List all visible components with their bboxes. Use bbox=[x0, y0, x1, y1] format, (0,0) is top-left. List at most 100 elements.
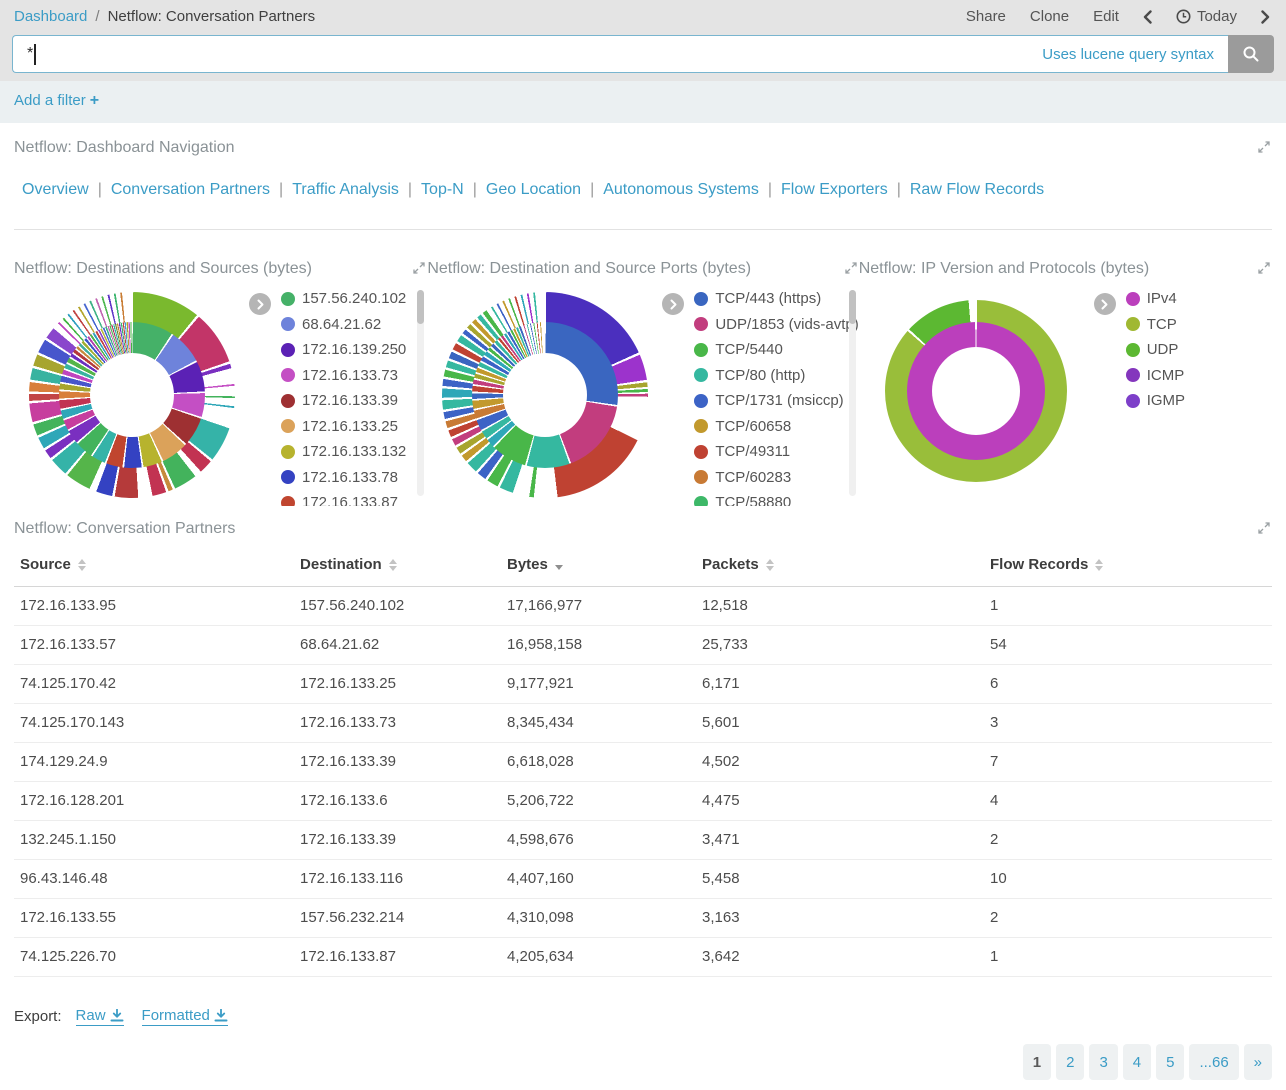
dashboard-nav-link[interactable]: Geo Location bbox=[486, 181, 581, 198]
legend-item[interactable]: TCP/5440 bbox=[694, 341, 858, 358]
legend-item[interactable]: 172.16.133.132 bbox=[281, 443, 427, 460]
cell-source: 174.129.24.9 bbox=[14, 743, 294, 782]
dashboard-nav-link[interactable]: Top-N bbox=[421, 181, 464, 198]
cell-flow-records: 4 bbox=[984, 782, 1272, 821]
legend-item[interactable]: TCP/80 (http) bbox=[694, 367, 858, 384]
expand-panel-button[interactable] bbox=[1256, 139, 1272, 155]
legend-item[interactable]: IGMP bbox=[1126, 392, 1272, 409]
link-separator: | bbox=[98, 181, 102, 198]
table-row[interactable]: 74.125.226.70 172.16.133.87 4,205,634 3,… bbox=[14, 938, 1272, 977]
dashboard-nav-link[interactable]: Overview bbox=[22, 181, 89, 198]
legend-item[interactable]: TCP/1731 (msiccp) bbox=[694, 392, 858, 409]
conversation-partners-panel: Netflow: Conversation Partners Source De… bbox=[14, 520, 1272, 1090]
legend-item[interactable]: TCP/60283 bbox=[694, 469, 858, 486]
column-header[interactable]: Bytes bbox=[501, 546, 696, 587]
page-button[interactable]: 3 bbox=[1089, 1044, 1117, 1080]
donut-inner-ring[interactable] bbox=[907, 322, 1045, 460]
table-row[interactable]: 172.16.128.201 172.16.133.6 5,206,722 4,… bbox=[14, 782, 1272, 821]
dashboard-nav-links: Overview|Conversation Partners|Traffic A… bbox=[14, 181, 1272, 199]
legend-item[interactable]: 172.16.133.73 bbox=[281, 367, 427, 384]
dashboard-nav-link[interactable]: Traffic Analysis bbox=[292, 181, 399, 198]
sunburst-chart[interactable] bbox=[14, 288, 249, 506]
table-row[interactable]: 172.16.133.95 157.56.240.102 17,166,977 … bbox=[14, 587, 1272, 626]
dashboard-nav-link[interactable]: Flow Exporters bbox=[781, 181, 888, 198]
page-button[interactable]: ...66 bbox=[1189, 1044, 1238, 1080]
add-filter-button[interactable]: Add a filter+ bbox=[14, 92, 99, 109]
legend-color-dot bbox=[281, 292, 295, 306]
chevron-left-icon bbox=[1143, 10, 1152, 24]
legend-collapse-button[interactable] bbox=[662, 293, 684, 315]
donut-chart[interactable] bbox=[859, 288, 1094, 506]
legend-item[interactable]: TCP/443 (https) bbox=[694, 290, 858, 307]
legend-item[interactable]: IPv4 bbox=[1126, 290, 1272, 307]
column-header[interactable]: Flow Records bbox=[984, 546, 1272, 587]
breadcrumb-dashboard-link[interactable]: Dashboard bbox=[14, 8, 87, 25]
page-title: Netflow: Conversation Partners bbox=[108, 8, 316, 25]
legend-item[interactable]: UDP/1853 (vids-avtp) bbox=[694, 316, 858, 333]
legend-label: TCP/5440 bbox=[715, 341, 783, 358]
legend-collapse-button[interactable] bbox=[1094, 293, 1116, 315]
legend-item[interactable]: TCP/60658 bbox=[694, 418, 858, 435]
sunburst-outer-ring[interactable] bbox=[29, 292, 235, 498]
dashboard-nav-link[interactable]: Autonomous Systems bbox=[603, 181, 759, 198]
table-row[interactable]: 172.16.133.55 157.56.232.214 4,310,098 3… bbox=[14, 899, 1272, 938]
sunburst-outer-ring[interactable] bbox=[442, 292, 648, 498]
page-button[interactable]: 2 bbox=[1056, 1044, 1084, 1080]
time-prev-button[interactable] bbox=[1143, 10, 1152, 24]
page-button[interactable]: 1 bbox=[1023, 1044, 1051, 1080]
legend-item[interactable]: 172.16.133.25 bbox=[281, 418, 427, 435]
legend-item[interactable]: 172.16.133.87 bbox=[281, 494, 427, 506]
legend-collapse-button[interactable] bbox=[249, 293, 271, 315]
legend-scrollbar-thumb[interactable] bbox=[849, 290, 856, 324]
legend-item[interactable]: 172.16.133.78 bbox=[281, 469, 427, 486]
expand-panel-button[interactable] bbox=[1256, 260, 1272, 276]
sunburst-chart[interactable] bbox=[427, 288, 662, 506]
table-row[interactable]: 74.125.170.42 172.16.133.25 9,177,921 6,… bbox=[14, 665, 1272, 704]
expand-panel-button[interactable] bbox=[411, 260, 427, 276]
add-filter-label: Add a filter bbox=[14, 92, 86, 109]
cell-source: 172.16.133.95 bbox=[14, 587, 294, 626]
dashboard-nav-link[interactable]: Conversation Partners bbox=[111, 181, 270, 198]
table-row[interactable]: 74.125.170.143 172.16.133.73 8,345,434 5… bbox=[14, 704, 1272, 743]
table-row[interactable]: 132.245.1.150 172.16.133.39 4,598,676 3,… bbox=[14, 821, 1272, 860]
sort-carets-icon bbox=[1095, 559, 1103, 571]
column-header[interactable]: Packets bbox=[696, 546, 984, 587]
legend-label: UDP/1853 (vids-avtp) bbox=[715, 316, 858, 333]
legend-item[interactable]: 157.56.240.102 bbox=[281, 290, 427, 307]
table-row[interactable]: 174.129.24.9 172.16.133.39 6,618,028 4,5… bbox=[14, 743, 1272, 782]
page-button[interactable]: 5 bbox=[1156, 1044, 1184, 1080]
share-button[interactable]: Share bbox=[966, 8, 1006, 25]
export-link[interactable]: Formatted bbox=[142, 1007, 228, 1026]
donut-outer-ring[interactable] bbox=[885, 300, 1067, 482]
table-row[interactable]: 96.43.146.48 172.16.133.116 4,407,160 5,… bbox=[14, 860, 1272, 899]
legend-item[interactable]: TCP/49311 bbox=[694, 443, 858, 460]
time-next-button[interactable] bbox=[1261, 10, 1270, 24]
column-header[interactable]: Destination bbox=[294, 546, 501, 587]
page-button[interactable]: 4 bbox=[1123, 1044, 1151, 1080]
query-input[interactable]: * Uses lucene query syntax bbox=[12, 35, 1228, 73]
dashboard-nav-link[interactable]: Raw Flow Records bbox=[910, 181, 1044, 198]
timepicker-button[interactable]: Today bbox=[1176, 8, 1237, 25]
legend-item[interactable]: TCP/58880 bbox=[694, 494, 858, 506]
legend-color-dot bbox=[694, 292, 708, 306]
sunburst-inner-ring[interactable] bbox=[59, 322, 205, 468]
export-link[interactable]: Raw bbox=[76, 1007, 124, 1026]
legend-item[interactable]: 68.64.21.62 bbox=[281, 316, 427, 333]
sunburst-inner-ring[interactable] bbox=[472, 322, 618, 468]
legend-scrollbar-thumb[interactable] bbox=[417, 290, 424, 324]
legend-item[interactable]: 172.16.139.250 bbox=[281, 341, 427, 358]
clone-button[interactable]: Clone bbox=[1030, 8, 1069, 25]
edit-button[interactable]: Edit bbox=[1093, 8, 1119, 25]
legend-item[interactable]: 172.16.133.39 bbox=[281, 392, 427, 409]
legend-item[interactable]: UDP bbox=[1126, 341, 1272, 358]
chart-title: Netflow: Destination and Source Ports (b… bbox=[427, 260, 751, 278]
legend-item[interactable]: TCP bbox=[1126, 316, 1272, 333]
column-header[interactable]: Source bbox=[14, 546, 294, 587]
expand-panel-button[interactable] bbox=[1256, 520, 1272, 536]
lucene-syntax-link[interactable]: Uses lucene query syntax bbox=[1042, 46, 1214, 63]
page-button[interactable]: » bbox=[1244, 1044, 1272, 1080]
legend-item[interactable]: ICMP bbox=[1126, 367, 1272, 384]
table-row[interactable]: 172.16.133.57 68.64.21.62 16,958,158 25,… bbox=[14, 626, 1272, 665]
expand-panel-button[interactable] bbox=[843, 260, 859, 276]
search-button[interactable] bbox=[1228, 35, 1274, 73]
